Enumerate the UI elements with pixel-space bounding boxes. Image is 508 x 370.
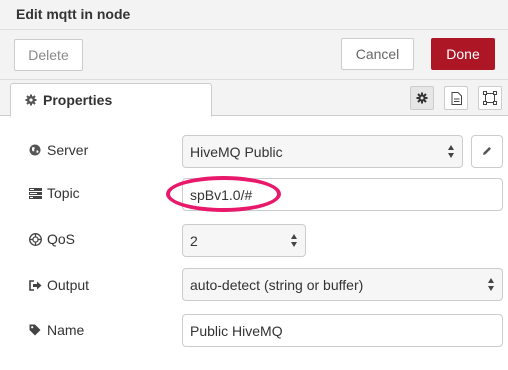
output-label-text: Output [47, 277, 90, 293]
tray-header: Edit mqtt in node [0, 0, 508, 30]
globe-icon [28, 144, 42, 156]
tasks-icon [28, 187, 42, 199]
name-input[interactable]: Public HiveMQ [182, 314, 503, 347]
file-icon[interactable] [444, 86, 468, 110]
select-caret-icon [488, 278, 495, 292]
qos-label: QoS [28, 231, 75, 247]
select-caret-icon [448, 145, 455, 159]
output-label: Output [28, 277, 89, 293]
edit-server-button[interactable] [471, 135, 503, 168]
topic-label-text: Topic [47, 185, 80, 201]
highlight-ring [166, 176, 281, 212]
qos-select-value: 2 [190, 232, 198, 249]
server-label-text: Server [47, 142, 89, 158]
gear-icon [25, 94, 37, 106]
pencil-icon [481, 144, 493, 160]
server-label: Server [28, 142, 88, 158]
output-select-value: auto-detect (string or buffer) [190, 276, 364, 293]
done-button[interactable]: Done [431, 38, 495, 70]
tab-bar: Properties [0, 80, 508, 117]
tray-toolbar: Delete Cancel Done [0, 30, 508, 80]
tab-properties-label: Properties [43, 92, 113, 108]
select-caret-icon [291, 234, 298, 248]
qos-icon [28, 232, 42, 246]
gear-tab-icon[interactable] [410, 86, 434, 110]
name-label: Name [28, 322, 84, 338]
tab-properties[interactable]: Properties [10, 83, 212, 117]
qos-select[interactable]: 2 [182, 224, 306, 257]
qos-label-text: QoS [47, 231, 76, 247]
name-label-text: Name [47, 322, 85, 338]
frame-icon[interactable] [478, 86, 502, 110]
output-select[interactable]: auto-detect (string or buffer) [182, 268, 503, 301]
cancel-button[interactable]: Cancel [341, 38, 414, 70]
tray-title: Edit mqtt in node [16, 6, 131, 22]
server-select[interactable]: HiveMQ Public [182, 135, 463, 168]
name-input-value: Public HiveMQ [190, 322, 283, 339]
delete-button[interactable]: Delete [14, 39, 83, 71]
server-select-value: HiveMQ Public [190, 143, 283, 160]
tag-icon [28, 324, 42, 336]
sign-out-icon [28, 279, 42, 291]
topic-label: Topic [28, 185, 80, 201]
